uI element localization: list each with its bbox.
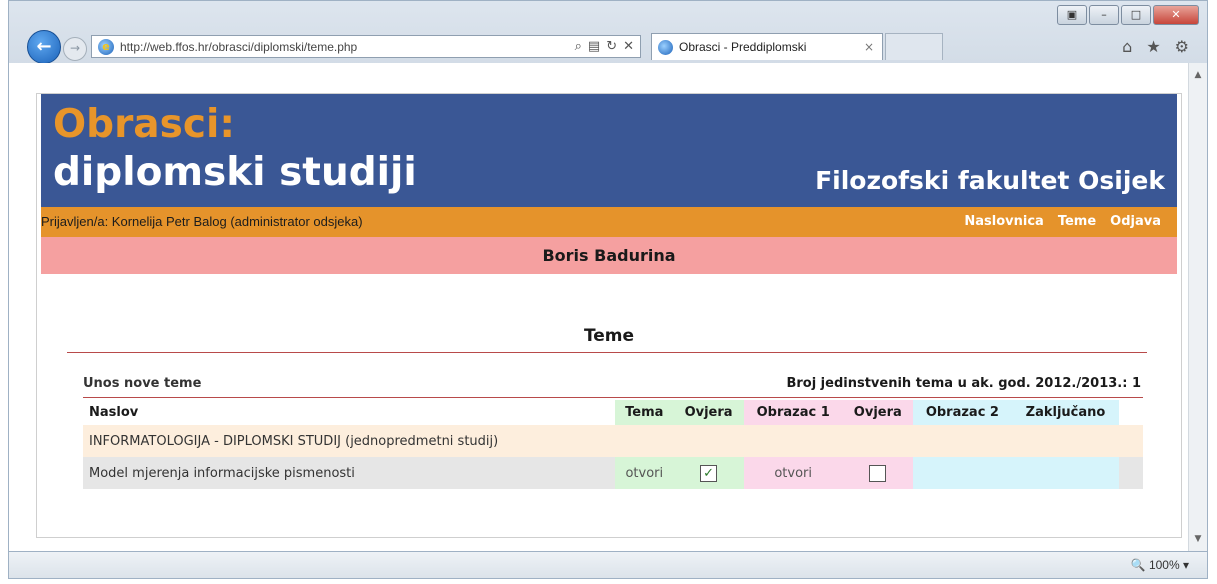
gear-icon[interactable]: ⚙ [1175,37,1189,56]
new-tab-button[interactable] [885,33,943,60]
vertical-scrollbar[interactable]: ▲ ▼ [1188,63,1207,551]
topics-table: Naslov Tema Ovjera Obrazac 1 Ovjera Obra… [83,400,1143,489]
banner-title-line2: diplomski studiji [53,150,417,195]
table-divider [83,397,1143,398]
maximize-button[interactable]: □ [1121,5,1151,25]
header-tema: Tema [615,400,674,425]
header-spacer [1119,400,1143,425]
tab-active[interactable]: Obrasci - Preddiplomski × [651,33,883,60]
group-title: INFORMATOLOGIJA - DIPLOMSKI STUDIJ (jedn… [83,425,1143,457]
nav-link-odjava[interactable]: Odjava [1110,214,1161,229]
address-bar[interactable]: e http://web.ffos.hr/obrasci/diplomski/t… [91,35,641,58]
refresh-icon[interactable]: ↻ [606,39,617,54]
scroll-down-icon[interactable]: ▼ [1189,531,1207,547]
scroll-up-icon[interactable]: ▲ [1189,67,1207,83]
top-nav: Naslovnica Teme Odjava [964,214,1161,229]
row-end-cell [1119,457,1143,489]
person-bar: Boris Badurina [41,237,1177,274]
favorites-star-icon[interactable]: ★ [1146,37,1160,56]
status-bar: 🔍 100% ▾ [8,551,1208,579]
ovjera-1-cell: ✓ [673,457,744,489]
obrazac-1-cell: otvori [743,457,843,489]
header-naslov: Naslov [83,400,615,425]
ovjera-2-cell [842,457,913,489]
ovjera-2-checkbox[interactable] [869,464,887,482]
address-text[interactable]: http://web.ffos.hr/obrasci/diplomski/tem… [120,40,575,54]
navigation-row: ← → e http://web.ffos.hr/obrasci/diploms… [23,29,1193,64]
header-obrazac-1: Obrazac 1 [743,400,843,425]
tab-title: Obrasci - Preddiplomski [679,40,807,54]
browser-viewport: ▲ ▼ Obrasci: diplomski studiji Filozofsk… [8,63,1208,551]
nav-link-teme[interactable]: Teme [1058,214,1096,229]
zakljucano-cell [1012,457,1119,489]
back-button[interactable]: ← [27,30,61,64]
home-icon[interactable]: ⌂ [1122,37,1132,56]
forward-button[interactable]: → [63,37,87,61]
close-window-button[interactable]: ✕ [1153,5,1199,25]
compat-view-icon[interactable]: ▤ [588,39,600,54]
header-zakljucano: Zaključano [1012,400,1119,425]
zoom-level: 100% [1148,558,1180,572]
obrazac-2-cell [912,457,1013,489]
person-name: Boris Badurina [542,246,676,265]
login-status: Prijavljen/a: Kornelija Petr Balog (admi… [41,214,363,229]
stop-icon[interactable]: ✕ [623,39,634,54]
zoom-control[interactable]: 🔍 100% ▾ [1131,558,1189,572]
search-icon[interactable]: ⌕ [575,39,582,54]
obrazac-1-open-link[interactable]: otvori [774,466,812,481]
tab-close-icon[interactable]: × [864,40,874,54]
faculty-name: Filozofski fakultet Osijek [815,166,1165,195]
tema-open-cell: otvori [615,457,674,489]
address-controls: ⌕ ▤ ↻ ✕ [575,39,634,54]
section-title: Teme [583,326,635,346]
ie-tab-icon [658,39,673,55]
page-container: Obrasci: diplomski studiji Filozofski fa… [36,93,1182,538]
restore-tab-icon[interactable]: ▣ [1057,5,1087,25]
group-row: INFORMATOLOGIJA - DIPLOMSKI STUDIJ (jedn… [83,425,1143,457]
table-row: Model mjerenja informacijske pismenosti … [83,457,1143,489]
topic-count: Broj jedinstvenih tema u ak. god. 2012./… [786,376,1141,391]
ie-page-icon: e [98,38,114,55]
user-bar: Prijavljen/a: Kornelija Petr Balog (admi… [41,207,1177,237]
site-banner: Obrasci: diplomski studiji Filozofski fa… [41,94,1177,207]
table-header-row: Naslov Tema Ovjera Obrazac 1 Ovjera Obra… [83,400,1143,425]
window-controls: ▣ – □ ✕ [1057,5,1199,27]
banner-title-line1: Obrasci: [53,102,235,147]
nav-link-naslovnica[interactable]: Naslovnica [964,214,1043,229]
tema-open-link[interactable]: otvori [625,466,663,481]
header-obrazac-2: Obrazac 2 [912,400,1013,425]
minimize-button[interactable]: – [1089,5,1119,25]
header-ovjera-1: Ovjera [673,400,744,425]
header-ovjera-2: Ovjera [842,400,913,425]
ovjera-1-checkbox[interactable]: ✓ [700,464,718,482]
section-divider [67,352,1147,353]
topic-title: Model mjerenja informacijske pismenosti [83,457,615,489]
toolbar-icons: ⌂ ★ ⚙ [1122,37,1189,56]
new-topic-link[interactable]: Unos nove teme [83,376,201,391]
